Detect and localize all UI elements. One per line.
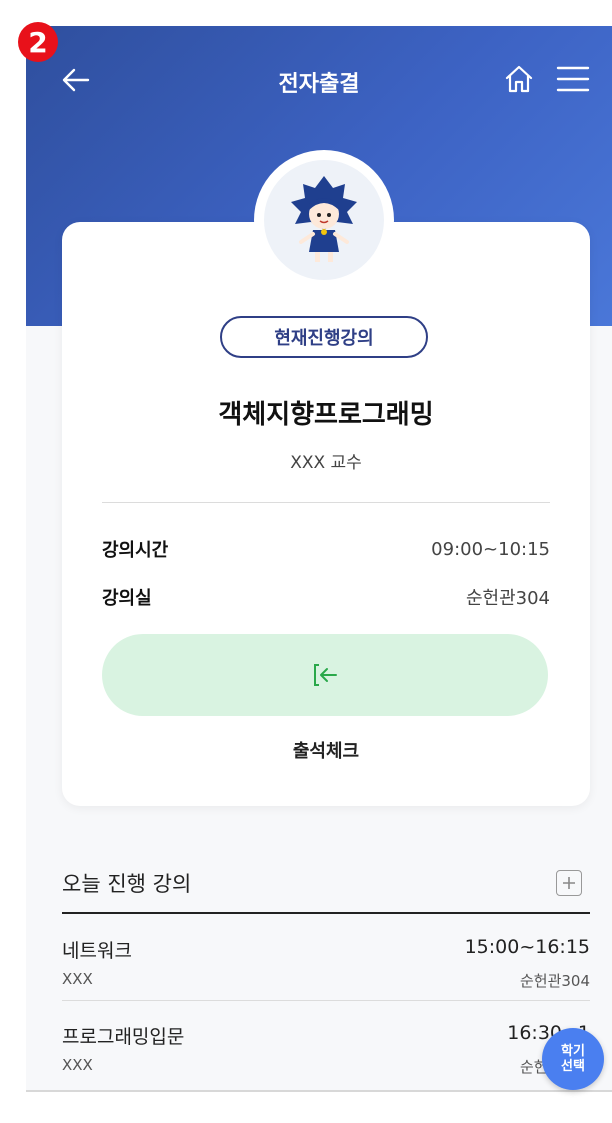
current-lecture-card: 현재진행강의 객체지향프로그래밍 XXX 교수 강의시간 09:00~10:15… (62, 222, 590, 806)
lecture-time: 15:00~16:15 (464, 936, 590, 958)
lecture-room-value: 순헌관304 (465, 588, 550, 609)
list-item[interactable]: 네트워크 15:00~16:15 XXX 순헌관304 (62, 914, 590, 1001)
app-screen: 전자출결 현재진행강의 객체지향프로그래밍 XXX 교수 강의시간 09:00~… (26, 26, 612, 1090)
hamburger-menu-icon (556, 66, 590, 92)
semester-select-label-line1: 학기 (561, 1044, 585, 1059)
list-item[interactable]: 프로그래밍입문 16:30~1 XXX 순헌관304 (62, 1000, 590, 1086)
today-lectures-header: 오늘 진행 강의 (62, 862, 590, 914)
home-button[interactable] (502, 62, 536, 96)
today-lectures-title: 오늘 진행 강의 (62, 872, 192, 896)
plus-icon (563, 877, 575, 889)
semester-select-label-line2: 선택 (561, 1059, 585, 1074)
lecture-time-label: 강의시간 (102, 540, 169, 561)
add-lecture-button[interactable] (556, 870, 582, 896)
lecture-name: 네트워크 (62, 940, 132, 962)
semester-select-button[interactable]: 학기 선택 (542, 1028, 604, 1090)
lecture-professor: XXX (62, 970, 93, 988)
lecture-time-value: 09:00~10:15 (431, 538, 550, 560)
top-bar: 전자출결 (26, 26, 612, 136)
lecture-room: 순헌관304 (519, 972, 590, 990)
mascot-avatar (254, 150, 394, 290)
mascot-avatar-background (264, 160, 384, 280)
lecture-name: 프로그래밍입문 (62, 1026, 185, 1048)
sign-in-icon (314, 664, 337, 686)
home-icon (505, 65, 533, 93)
course-name: 객체지향프로그래밍 (218, 400, 434, 430)
professor-name: XXX 교수 (290, 453, 362, 473)
mascot-character-icon (291, 176, 357, 262)
divider (102, 502, 550, 503)
bottom-divider (26, 1090, 612, 1092)
attendance-check-button[interactable] (102, 634, 548, 716)
lecture-time-row: 강의시간 09:00~10:15 (102, 534, 550, 564)
lecture-room-row: 강의실 순헌관304 (102, 582, 550, 612)
attendance-check-label[interactable]: 출석체크 (62, 737, 590, 763)
menu-button[interactable] (556, 64, 590, 94)
current-lecture-badge: 현재진행강의 (220, 316, 428, 358)
lecture-room-label: 강의실 (102, 588, 152, 609)
lecture-professor: XXX (62, 1056, 93, 1074)
step-number-badge: 2 (18, 22, 58, 62)
